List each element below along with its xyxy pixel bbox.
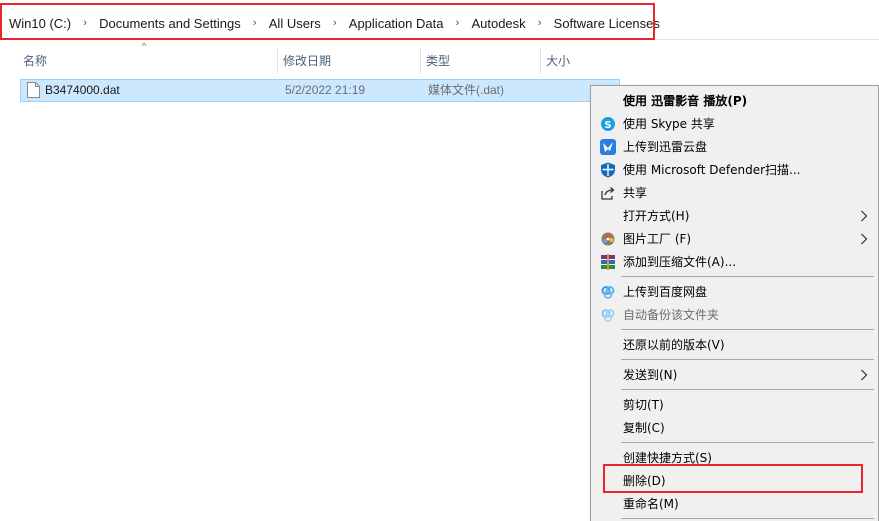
breadcrumb: Win10 (C:) › Documents and Settings › Al… (5, 6, 664, 40)
share-icon (601, 187, 615, 200)
breadcrumb-item-documents-and-settings[interactable]: Documents and Settings (95, 16, 245, 31)
file-name: B3474000.dat (45, 83, 120, 97)
menu-separator (621, 389, 874, 390)
menu-item-baidu-auto-backup[interactable]: 自动备份该文件夹 (593, 304, 876, 326)
menu-separator (621, 276, 874, 277)
defender-shield-icon (601, 162, 615, 178)
menu-item-rename[interactable]: 重命名(M) (593, 493, 876, 515)
file-modified-date: 5/2/2022 21:19 (285, 83, 366, 97)
breadcrumb-separator-icon[interactable]: › (530, 17, 550, 29)
breadcrumb-separator-icon[interactable]: › (245, 17, 265, 29)
menu-item-upload-baidu[interactable]: 上传到百度网盘 (593, 281, 876, 303)
file-row[interactable]: B3474000.dat 5/2/2022 21:19 媒体文件(.dat) (20, 79, 620, 102)
menu-separator (621, 329, 874, 330)
menu-separator (621, 442, 874, 443)
menu-item-picture-factory[interactable]: 图片工厂 (F) (593, 228, 876, 250)
breadcrumb-item-software-licenses[interactable]: Software Licenses (550, 16, 664, 31)
column-header-modified[interactable]: 修改日期 (278, 48, 421, 74)
submenu-arrow-icon (861, 233, 868, 245)
column-header-type[interactable]: 类型 (421, 48, 541, 74)
submenu-arrow-icon (861, 210, 868, 222)
breadcrumb-separator-icon[interactable]: › (325, 17, 345, 29)
file-type: 媒体文件(.dat) (428, 83, 505, 97)
breadcrumb-item-all-users[interactable]: All Users (265, 16, 325, 31)
menu-item-defender-scan[interactable]: 使用 Microsoft Defender扫描... (593, 159, 876, 181)
baidu-netdisk-icon (601, 309, 615, 322)
baidu-netdisk-icon (601, 286, 615, 299)
menu-item-copy[interactable]: 复制(C) (593, 417, 876, 439)
context-menu: 使用 迅雷影音 播放(P) S 使用 Skype 共享 上传到迅雷云盘 使用 M… (590, 85, 879, 521)
menu-item-upload-thunder-cloud[interactable]: 上传到迅雷云盘 (593, 136, 876, 158)
column-header-name[interactable]: 名称 (18, 48, 278, 74)
breadcrumb-item-drive[interactable]: Win10 (C:) (5, 16, 75, 31)
menu-item-send-to[interactable]: 发送到(N) (593, 364, 876, 386)
picture-factory-icon (601, 232, 615, 246)
breadcrumb-separator-icon[interactable]: › (447, 17, 467, 29)
menu-item-cut[interactable]: 剪切(T) (593, 394, 876, 416)
menu-item-restore-previous-versions[interactable]: 还原以前的版本(V) (593, 334, 876, 356)
submenu-arrow-icon (861, 369, 868, 381)
address-bar[interactable]: Win10 (C:) › Documents and Settings › Al… (0, 6, 879, 40)
breadcrumb-separator-icon[interactable]: › (75, 17, 95, 29)
file-icon (27, 82, 40, 98)
column-headers: 名称 修改日期 类型 大小 (18, 48, 620, 74)
winrar-icon (601, 254, 615, 270)
menu-item-play-with-xunlei[interactable]: 使用 迅雷影音 播放(P) (593, 90, 876, 112)
skype-icon: S (601, 117, 615, 131)
menu-item-add-to-archive[interactable]: 添加到压缩文件(A)... (593, 251, 876, 273)
menu-separator (621, 518, 874, 519)
breadcrumb-item-application-data[interactable]: Application Data (345, 16, 448, 31)
thunder-bird-icon (600, 139, 616, 155)
svg-text:S: S (604, 120, 611, 131)
menu-item-skype-share[interactable]: S 使用 Skype 共享 (593, 113, 876, 135)
menu-item-create-shortcut[interactable]: 创建快捷方式(S) (593, 447, 876, 469)
menu-item-share[interactable]: 共享 (593, 182, 876, 204)
menu-separator (621, 359, 874, 360)
column-header-size[interactable]: 大小 (541, 48, 620, 74)
menu-item-delete[interactable]: 删除(D) (593, 470, 876, 492)
breadcrumb-item-autodesk[interactable]: Autodesk (467, 16, 529, 31)
menu-item-open-with[interactable]: 打开方式(H) (593, 205, 876, 227)
